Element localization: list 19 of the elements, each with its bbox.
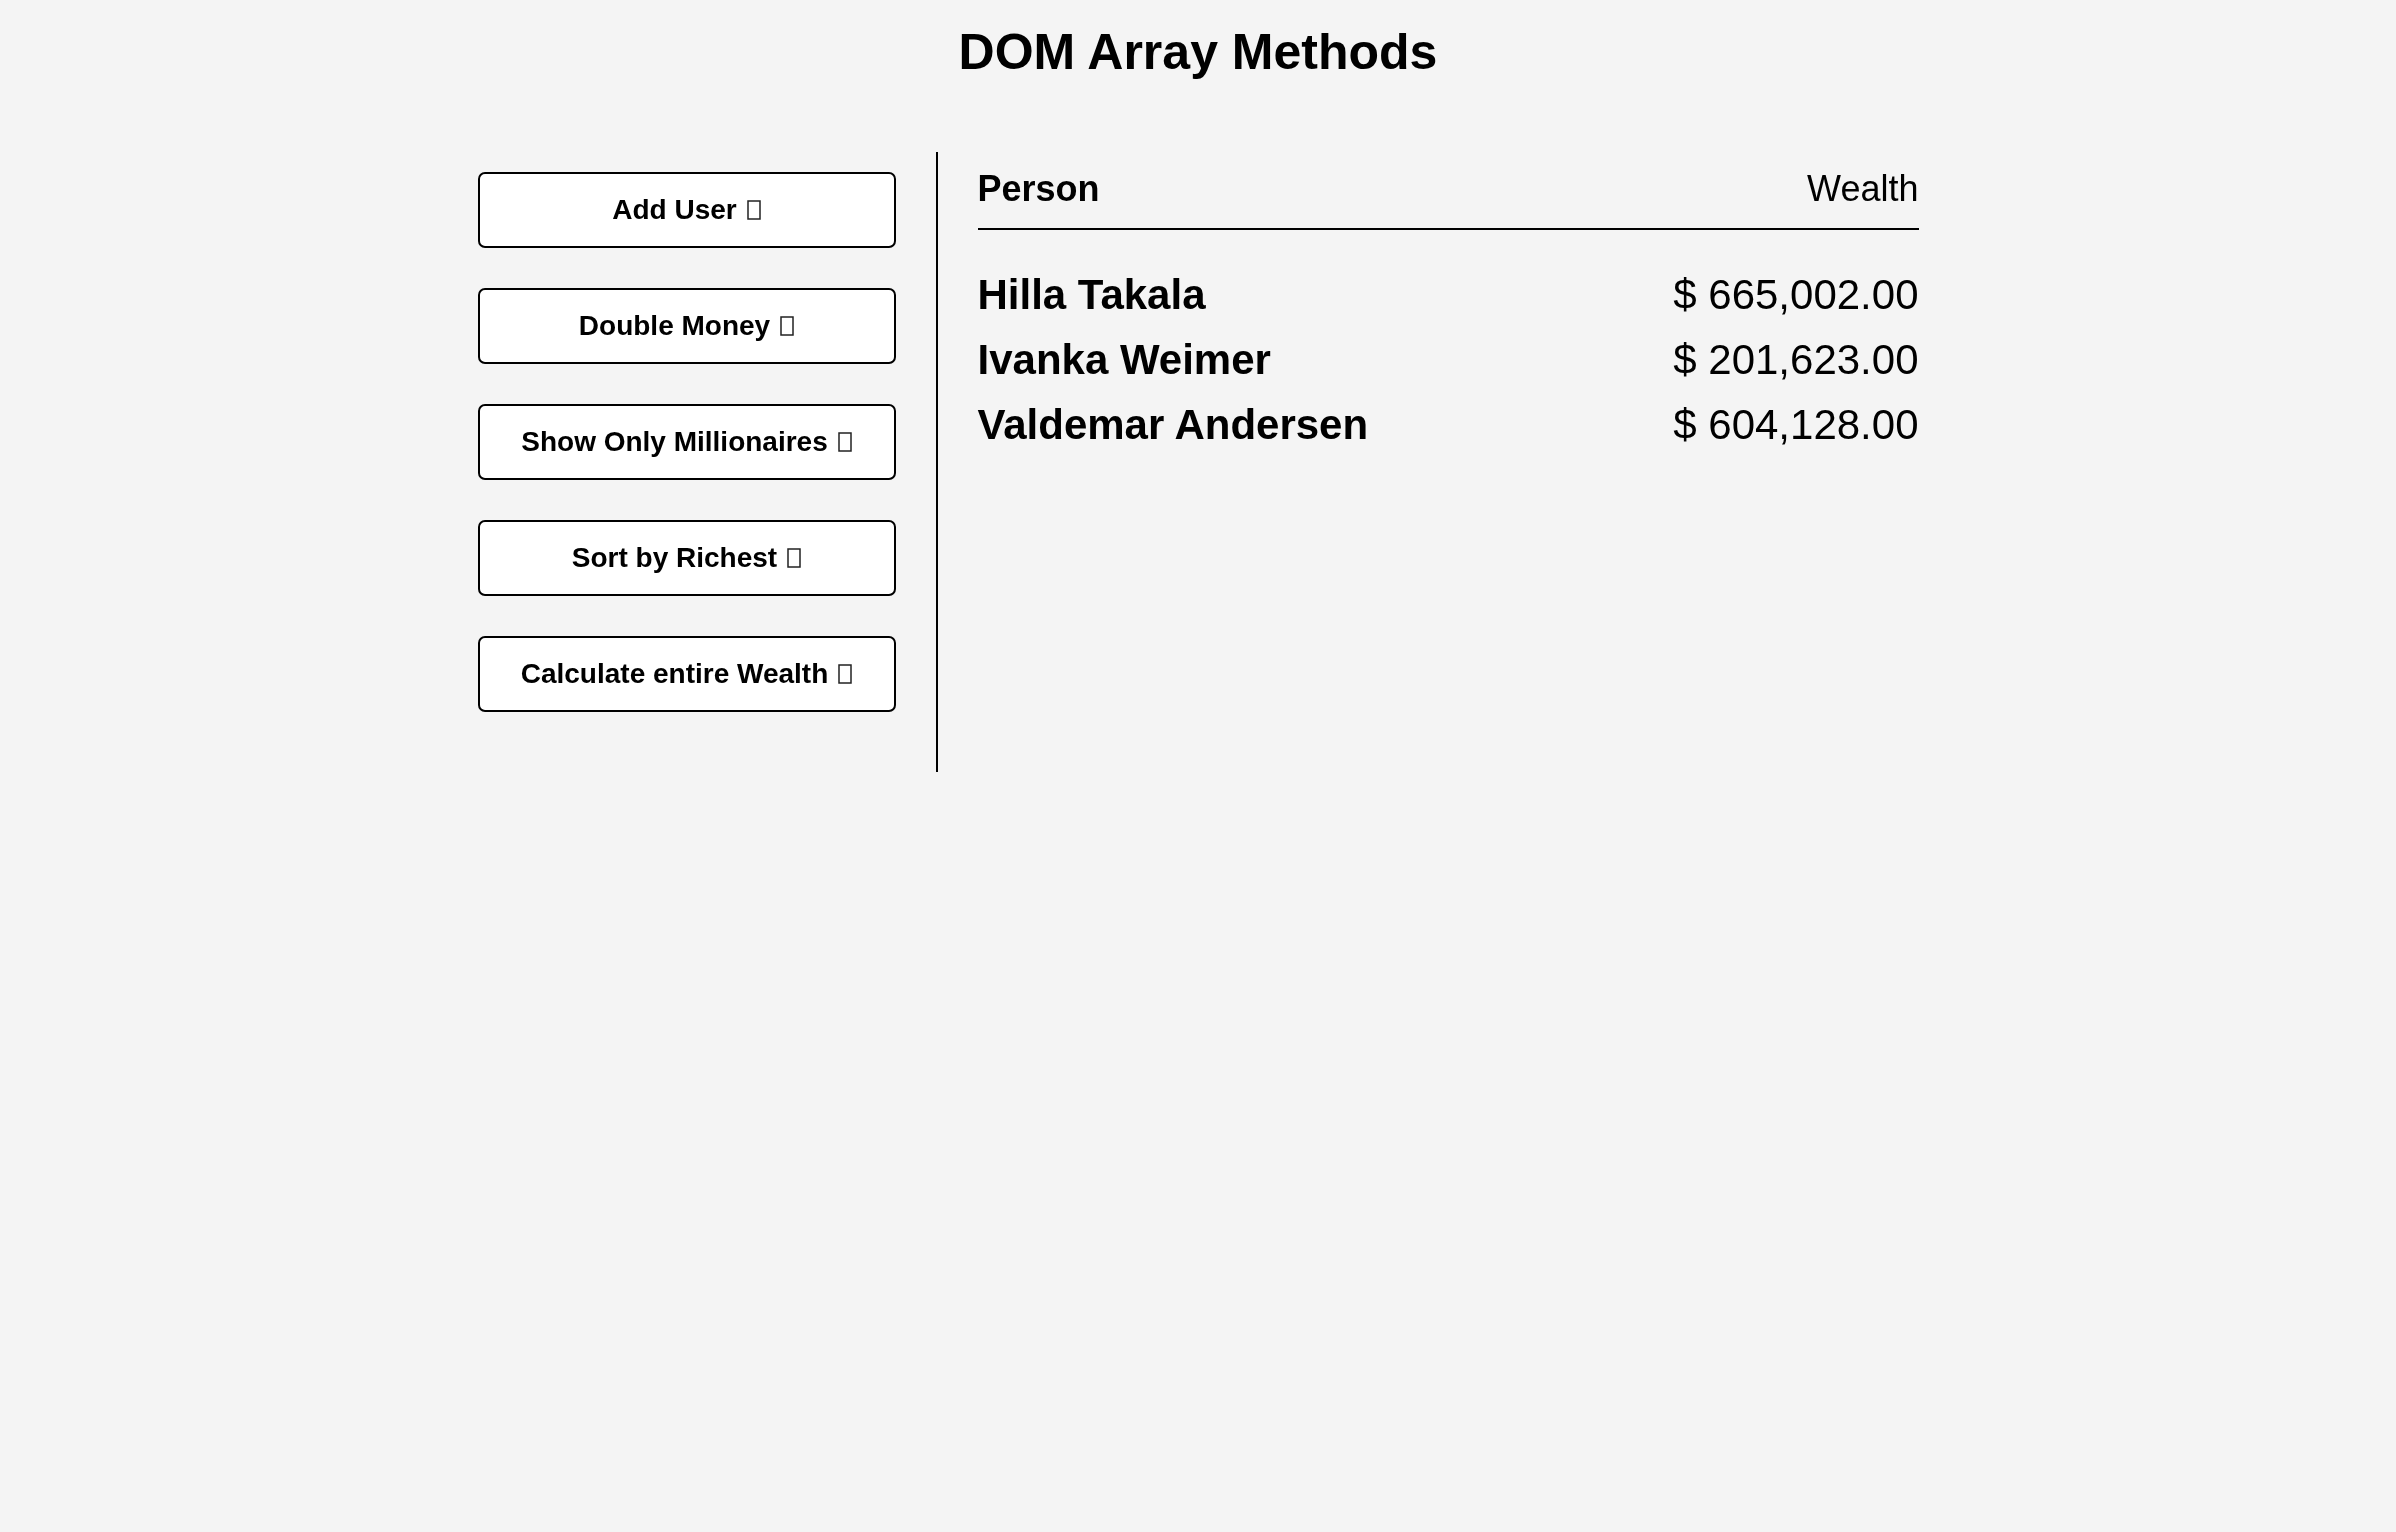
wealth-amount: $ 665,002.00 [1673,270,1919,320]
empty-box-icon [746,200,761,220]
action-button[interactable]: Double Money [477,288,896,364]
person-name: Ivanka Weimer [977,335,1271,385]
action-button[interactable]: Add User [477,172,896,248]
action-button[interactable]: Sort by Richest [477,520,896,596]
column-header: Wealth [1807,168,1919,210]
person-name: Valdemar Andersen [977,400,1369,450]
page-title: DOM Array Methods [958,23,1438,82]
column-header: Person [977,168,1100,210]
action-button[interactable]: Calculate entire Wealth [477,636,896,712]
action-button[interactable]: Show Only Millionaires [477,404,896,480]
empty-box-icon [837,432,852,452]
wealth-amount: $ 604,128.00 [1673,400,1919,450]
empty-box-icon [838,664,853,684]
person-name: Hilla Takala [977,270,1206,320]
wealth-amount: $ 201,623.00 [1673,335,1919,385]
empty-box-icon [780,316,795,336]
empty-box-icon [787,548,802,568]
